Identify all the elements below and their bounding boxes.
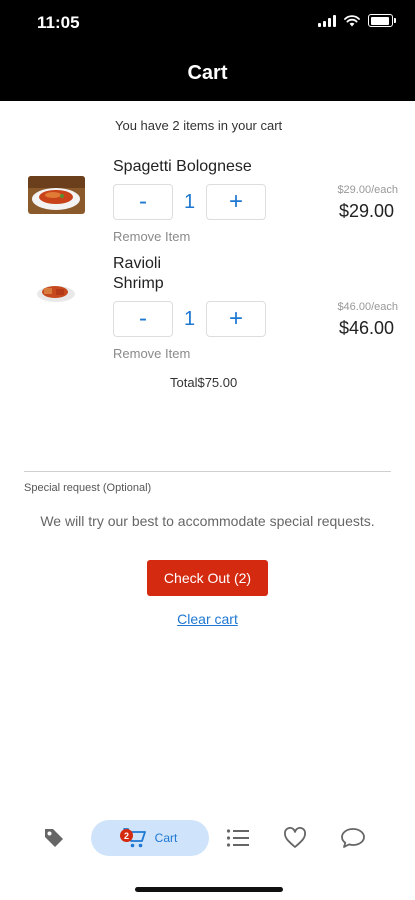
item-name-line: Ravioli [113, 255, 162, 272]
item-thumbnail [34, 279, 80, 305]
item-name-line: Shrimp [113, 275, 164, 292]
quantity-stepper: - 1 + [113, 184, 266, 220]
app-header: 11:05 Cart [0, 0, 415, 101]
remove-item-button[interactable]: Remove Item [113, 229, 190, 244]
cart-item: Ravioli Shrimp - 1 + Remove Item $46.00/… [0, 252, 415, 362]
quantity-stepper: - 1 + [113, 301, 266, 337]
tab-cart-label: Cart [154, 831, 178, 845]
cellular-signal-icon [318, 14, 336, 27]
cart-item: Spagetti Bolognese - 1 + Remove Item $29… [0, 150, 415, 250]
tab-bar: Cart 2 [0, 815, 415, 865]
status-time: 11:05 [37, 13, 80, 32]
home-indicator [135, 887, 283, 892]
tag-icon [45, 829, 63, 847]
cart-total: Total$75.00 [170, 375, 238, 390]
item-price: $46.00 [338, 318, 394, 338]
unit-price: $46.00/each [337, 301, 398, 313]
clear-cart-link[interactable]: Clear cart [0, 611, 415, 627]
increment-button[interactable]: + [206, 301, 266, 337]
heart-icon [284, 827, 306, 848]
decrement-button[interactable]: - [113, 301, 173, 337]
quantity-value: 1 [183, 307, 196, 330]
quantity-value: 1 [183, 190, 196, 213]
chat-bubble-icon [341, 828, 365, 848]
list-icon [226, 829, 249, 847]
cart-count-badge: 2 [120, 829, 133, 842]
cart-summary: You have 2 items in your cart [115, 118, 283, 133]
item-thumbnail [28, 176, 85, 214]
unit-price: $29.00/each [337, 184, 398, 196]
increment-button[interactable]: + [206, 184, 266, 220]
decrement-button[interactable]: - [113, 184, 173, 220]
divider [24, 471, 391, 472]
tab-deals[interactable] [36, 820, 72, 856]
item-name: Spagetti Bolognese [113, 158, 252, 175]
tab-cart[interactable]: Cart 2 [91, 820, 209, 856]
item-name: Ravioli Shrimp [113, 254, 164, 294]
item-price: $29.00 [338, 201, 394, 221]
status-icons [318, 14, 396, 27]
tab-favorites[interactable] [277, 820, 313, 856]
checkout-button[interactable]: Check Out (2) [147, 560, 268, 596]
tab-menu[interactable] [220, 820, 256, 856]
wifi-icon [344, 14, 360, 26]
battery-icon [368, 14, 396, 27]
remove-item-button[interactable]: Remove Item [113, 346, 190, 361]
page-title: Cart [187, 62, 228, 84]
special-request-input[interactable]: We will try our best to accommodate spec… [0, 513, 415, 529]
tab-messages[interactable] [335, 820, 371, 856]
special-request-label: Special request (Optional) [24, 482, 152, 494]
